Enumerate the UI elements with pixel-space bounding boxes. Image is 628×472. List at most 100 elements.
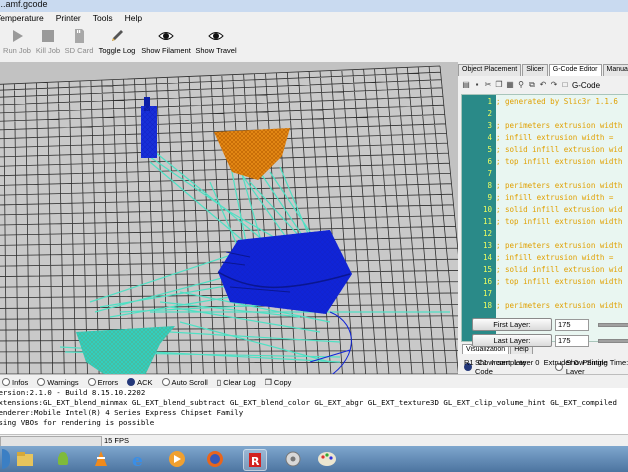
print-bed-canvas[interactable] — [0, 62, 458, 374]
code-line[interactable]: 18 ; perimeters extrusion width — [462, 301, 628, 313]
editor-toolbar: ▤ ▪ ✂ ❐ ▦ ⚲ ⧉ ↶ ↷ □ G-Code — [462, 78, 628, 92]
menu-printer[interactable]: Printer — [50, 12, 87, 26]
ack-toggle[interactable]: ACK — [127, 378, 153, 387]
line-number: 2 — [487, 109, 492, 118]
copy-icon[interactable]: ❐ — [495, 81, 503, 89]
errors-label: Errors — [97, 377, 119, 387]
code-line[interactable]: 9 ; infill extrusion width = — [462, 193, 628, 205]
3d-print-preview[interactable] — [0, 62, 458, 374]
infos-radio[interactable] — [2, 378, 10, 386]
warnings-toggle[interactable]: Warnings — [37, 377, 79, 387]
kill-job-button[interactable]: Kill Job — [34, 28, 62, 55]
code-line[interactable]: 3 ; perimeters extrusion width — [462, 121, 628, 133]
infos-toggle[interactable]: Infos — [2, 378, 28, 387]
errors-radio[interactable] — [87, 378, 96, 386]
replace-icon[interactable]: ⧉ — [528, 81, 536, 89]
log-line: Extensions:GL_EXT_blend_minmax GL_EXT_bl… — [0, 398, 617, 407]
copy-icon: ❐ — [264, 377, 272, 387]
errors-toggle[interactable]: Errors — [87, 377, 119, 387]
redo-icon[interactable]: ↷ — [550, 81, 558, 89]
copy-button[interactable]: ❐ Copy — [265, 378, 292, 387]
code-line[interactable]: 10 ; solid infill extrusion wid — [462, 205, 628, 217]
code-line[interactable]: 14 ; infill extrusion width = — [462, 253, 628, 265]
paste-icon[interactable]: ▦ — [506, 81, 514, 89]
code-line[interactable]: 2 — [462, 109, 628, 121]
vlc-icon[interactable] — [90, 449, 112, 469]
code-line[interactable]: 1 ; generated by Slic3r 1.1.6 — [462, 97, 628, 109]
code-line[interactable]: 12 — [462, 229, 628, 241]
log-line: Version:2.1.0 - Build 8.15.10.2202 — [0, 388, 146, 397]
cut-icon[interactable]: ✂ — [484, 81, 492, 89]
code-line[interactable]: 13 ; perimeters extrusion width — [462, 241, 628, 253]
file-explorer-icon[interactable] — [14, 449, 36, 469]
code-line[interactable]: 17 — [462, 289, 628, 301]
line-number: 15 — [482, 265, 492, 274]
tab-object-placement[interactable]: Object Placement — [458, 64, 522, 76]
menu-help[interactable]: Help — [119, 12, 148, 26]
sd-card-icon — [75, 29, 84, 43]
code-line[interactable]: 16 ; top infill extrusion width — [462, 277, 628, 289]
save-icon[interactable]: ▪ — [473, 81, 481, 89]
warnings-label: Warnings — [47, 377, 79, 387]
first-layer-slider[interactable] — [598, 322, 628, 327]
auto-scroll-radio[interactable] — [161, 378, 170, 386]
gcode-editor[interactable]: 1 ; generated by Slic3r 1.1.6 2 3 ; perimete… — [461, 94, 628, 342]
line-number: 16 — [482, 277, 492, 286]
first-layer-button[interactable]: First Layer: — [472, 318, 552, 331]
window-titlebar: ...amf.gcode — [0, 0, 628, 12]
code-line[interactable]: 11 ; top infill extrusion width — [462, 217, 628, 229]
code-line[interactable]: 15 ; solid infill extrusion wid — [462, 265, 628, 277]
line-number: 10 — [482, 205, 492, 214]
media-player-icon[interactable] — [166, 449, 188, 469]
blue-pillar-model[interactable] — [141, 97, 157, 158]
last-layer-button[interactable]: Last Layer: — [472, 334, 552, 347]
line-number: 1 — [487, 97, 492, 106]
last-layer-spinner[interactable]: 175 — [555, 334, 589, 347]
show-filament-button[interactable]: Show Filament — [140, 28, 192, 55]
settings-icon[interactable] — [282, 449, 304, 469]
code-text: ; perimeters extrusion width — [496, 121, 623, 130]
toggle-log-button[interactable]: Toggle Log — [97, 28, 137, 55]
menu-tools[interactable]: Tools — [87, 12, 119, 26]
tab-manual-control[interactable]: Manual Control — [602, 64, 628, 76]
warnings-radio[interactable] — [37, 378, 46, 386]
run-job-button[interactable]: Run Job — [2, 28, 32, 55]
auto-scroll-toggle[interactable]: Auto Scroll — [161, 377, 208, 387]
fps-counter: 15 FPS — [104, 436, 130, 445]
show-travel-label: Show Travel — [195, 46, 237, 55]
delete-icon[interactable]: □ — [561, 81, 569, 89]
log-panel[interactable]: Version:2.1.0 - Build 8.15.10.2202 Exten… — [0, 388, 628, 434]
paint-icon[interactable] — [316, 449, 338, 469]
code-line[interactable]: 5 ; solid infill extrusion wid — [462, 145, 628, 157]
toggle-log-label: Toggle Log — [98, 46, 136, 55]
pencil-icon — [112, 30, 123, 41]
code-line[interactable]: 6 ; top infill extrusion width — [462, 157, 628, 169]
blue-object-model[interactable] — [217, 230, 352, 314]
internet-explorer-icon[interactable]: e — [128, 449, 150, 471]
ack-radio[interactable] — [127, 378, 136, 386]
firefox-icon[interactable] — [204, 449, 226, 469]
tab-slicer[interactable]: Slicer — [522, 64, 548, 76]
code-line[interactable]: 7 — [462, 169, 628, 181]
undo-icon[interactable]: ↶ — [539, 81, 547, 89]
show-travel-button[interactable]: Show Travel — [194, 28, 238, 55]
code-line[interactable]: 8 ; perimeters extrusion width — [462, 181, 628, 193]
code-text: ; generated by Slic3r 1.1.6 — [496, 97, 618, 106]
repetier-icon[interactable]: R — [243, 449, 267, 471]
code-text: ; perimeters extrusion width — [496, 181, 623, 190]
android-icon[interactable] — [52, 449, 74, 469]
menu-temperature[interactable]: Temperature — [0, 12, 50, 26]
code-text: ; perimeters extrusion width — [496, 241, 623, 250]
copy-label: Copy — [273, 377, 292, 387]
sd-card-button[interactable]: SD Card — [64, 28, 94, 55]
code-text: ; top infill extrusion width — [496, 277, 623, 286]
start-orb-icon[interactable] — [2, 449, 10, 469]
open-file-icon[interactable]: ▤ — [462, 81, 470, 89]
last-layer-slider[interactable] — [598, 338, 628, 343]
auto-scroll-label: Auto Scroll — [171, 377, 208, 387]
first-layer-spinner[interactable]: 175 — [555, 318, 589, 331]
code-line[interactable]: 4 ; infill extrusion width = — [462, 133, 628, 145]
tab-gcode-editor[interactable]: G-Code Editor — [548, 64, 602, 76]
find-icon[interactable]: ⚲ — [517, 81, 525, 89]
clear-log-button[interactable]: ▯ Clear Log — [217, 378, 256, 387]
